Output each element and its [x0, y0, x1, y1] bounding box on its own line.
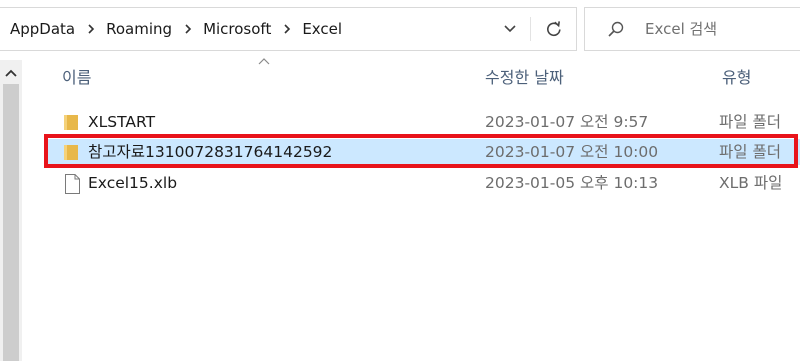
scrollbar-thumb[interactable] — [3, 84, 19, 361]
divider — [530, 17, 531, 41]
breadcrumb: AppData Roaming Microsoft Excel — [10, 8, 342, 50]
file-type: 파일 폴더 — [719, 113, 781, 131]
breadcrumb-item-microsoft[interactable]: Microsoft — [203, 20, 271, 38]
refresh-button[interactable] — [534, 8, 574, 50]
file-name: XLSTART — [88, 113, 156, 131]
file-name: Excel15.xlb — [88, 174, 178, 192]
vertical-scrollbar[interactable] — [0, 60, 22, 361]
file-modified-date: 2023-01-07 오전 9:57 — [485, 113, 649, 131]
scroll-up-icon[interactable] — [5, 68, 17, 78]
search-icon — [608, 21, 624, 37]
search-input[interactable]: Excel 검색 — [645, 8, 717, 50]
breadcrumb-item-excel[interactable]: Excel — [302, 20, 342, 38]
breadcrumb-item-roaming[interactable]: Roaming — [106, 20, 172, 38]
file-row-xlstart[interactable]: XLSTART 2023-01-07 오전 9:57 파일 폴더 — [44, 109, 800, 135]
sort-ascending-icon — [258, 58, 270, 65]
chevron-right-icon[interactable] — [85, 23, 97, 35]
file-row-excel15-xlb[interactable]: Excel15.xlb 2023-01-05 오후 10:13 XLB 파일 — [44, 170, 800, 196]
column-header-name[interactable]: 이름 — [62, 60, 91, 96]
search-box[interactable]: Excel 검색 — [584, 7, 800, 51]
column-header-modified[interactable]: 수정한 날짜 — [485, 60, 564, 96]
address-bar[interactable]: AppData Roaming Microsoft Excel — [0, 7, 577, 51]
chevron-right-icon[interactable] — [281, 23, 293, 35]
address-history-dropdown[interactable] — [494, 8, 526, 50]
breadcrumb-item-appdata[interactable]: AppData — [10, 20, 75, 38]
chevron-down-icon — [504, 25, 516, 33]
file-type: XLB 파일 — [719, 174, 783, 192]
refresh-icon — [547, 21, 561, 37]
column-header-type[interactable]: 유형 — [722, 60, 751, 96]
file-modified-date: 2023-01-05 오후 10:13 — [485, 174, 659, 192]
folder-icon — [64, 115, 78, 130]
file-icon — [65, 174, 80, 194]
chevron-right-icon[interactable] — [182, 23, 194, 35]
highlight-annotation-box — [44, 134, 798, 168]
